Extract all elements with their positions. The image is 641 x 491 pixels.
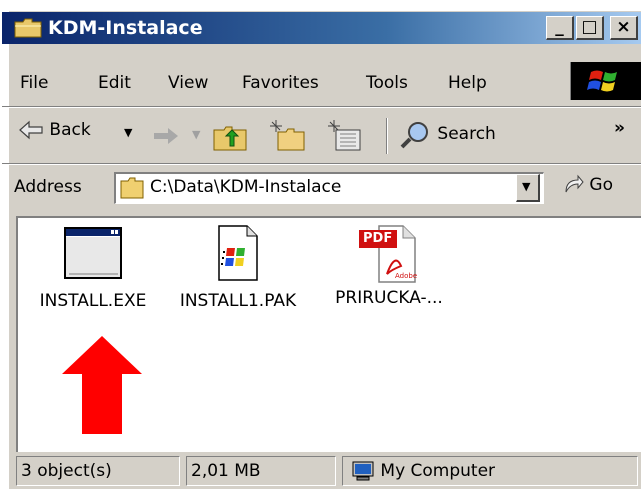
red-up-arrow-icon [62, 336, 142, 434]
search-label: Search [437, 124, 496, 144]
adobe-label: Adobe [395, 272, 418, 280]
address-dropdown-button[interactable]: ▼ [516, 174, 540, 202]
address-value: C:\Data\KDM-Instalace [150, 177, 342, 197]
history-icon[interactable] [328, 120, 364, 152]
toolbar-separator [386, 118, 388, 154]
address-input[interactable]: C:\Data\KDM-Instalace [114, 172, 544, 204]
file-name: PRIRUCKA-... [335, 288, 443, 308]
menu-separator [2, 106, 641, 108]
go-label: Go [589, 175, 613, 195]
chevron-down-icon: ▼ [522, 180, 531, 193]
address-bar: Address C:\Data\KDM-Instalace ▼ Go [2, 166, 641, 212]
forward-arrow-icon[interactable] [152, 126, 180, 146]
back-button[interactable]: Back [18, 120, 91, 150]
pdf-document-icon: PDF Adobe [357, 222, 421, 284]
go-arrow-icon [565, 174, 584, 193]
address-label: Address [14, 177, 82, 197]
pdf-badge-label: PDF [363, 231, 393, 246]
status-bar: 3 object(s) 2,01 MB My Computer [2, 452, 641, 490]
folders-icon[interactable] [270, 120, 306, 152]
forward-dropdown-icon[interactable]: ▼ [192, 128, 200, 141]
menu-tools[interactable]: Tools [366, 73, 408, 93]
search-icon [400, 122, 428, 149]
toolbar-separator-line [2, 163, 641, 165]
menu-file[interactable]: File [20, 73, 48, 93]
file-list-view[interactable]: INSTALL.EXE INSTALL1.PAK PDF Adobe PRIRU… [16, 216, 641, 452]
go-button[interactable]: Go [562, 174, 613, 204]
menu-edit[interactable]: Edit [98, 73, 131, 93]
my-computer-icon [352, 461, 374, 481]
windows-logo-icon [570, 62, 641, 100]
folder-icon [14, 18, 42, 38]
status-zone-label: My Computer [380, 461, 496, 481]
status-size: 2,01 MB [186, 456, 336, 486]
back-label: Back [49, 120, 91, 140]
search-button[interactable]: Search [398, 118, 496, 152]
maximize-button[interactable]: □ [576, 16, 604, 40]
menu-bar: File Edit View Favorites Tools Help [2, 60, 641, 106]
title-bar[interactable]: KDM-Instalace _ □ × [2, 12, 641, 44]
menu-help[interactable]: Help [448, 73, 487, 93]
menu-favorites[interactable]: Favorites [242, 73, 319, 93]
status-object-count: 3 object(s) [16, 456, 180, 486]
windows-file-icon [218, 225, 258, 281]
file-name: INSTALL.EXE [39, 291, 147, 311]
folder-icon [120, 177, 144, 199]
file-item[interactable]: INSTALL.EXE [28, 226, 158, 311]
close-button[interactable]: × [610, 16, 638, 40]
minimize-button[interactable]: _ [546, 16, 574, 40]
application-window-icon [64, 227, 122, 279]
back-arrow-icon [19, 120, 43, 140]
menu-view[interactable]: View [168, 73, 208, 93]
up-folder-icon[interactable] [212, 120, 248, 152]
toolbar: Back ▼ ▼ Search » [2, 110, 641, 162]
status-zone: My Computer [342, 456, 638, 486]
toolbar-overflow-icon[interactable]: » [614, 118, 625, 138]
file-name: INSTALL1.PAK [179, 291, 297, 311]
back-dropdown-icon[interactable]: ▼ [124, 126, 132, 139]
file-item[interactable]: INSTALL1.PAK [168, 224, 308, 311]
file-item[interactable]: PDF Adobe PRIRUCKA-... [314, 222, 464, 308]
window-title: KDM-Instalace [48, 17, 203, 39]
